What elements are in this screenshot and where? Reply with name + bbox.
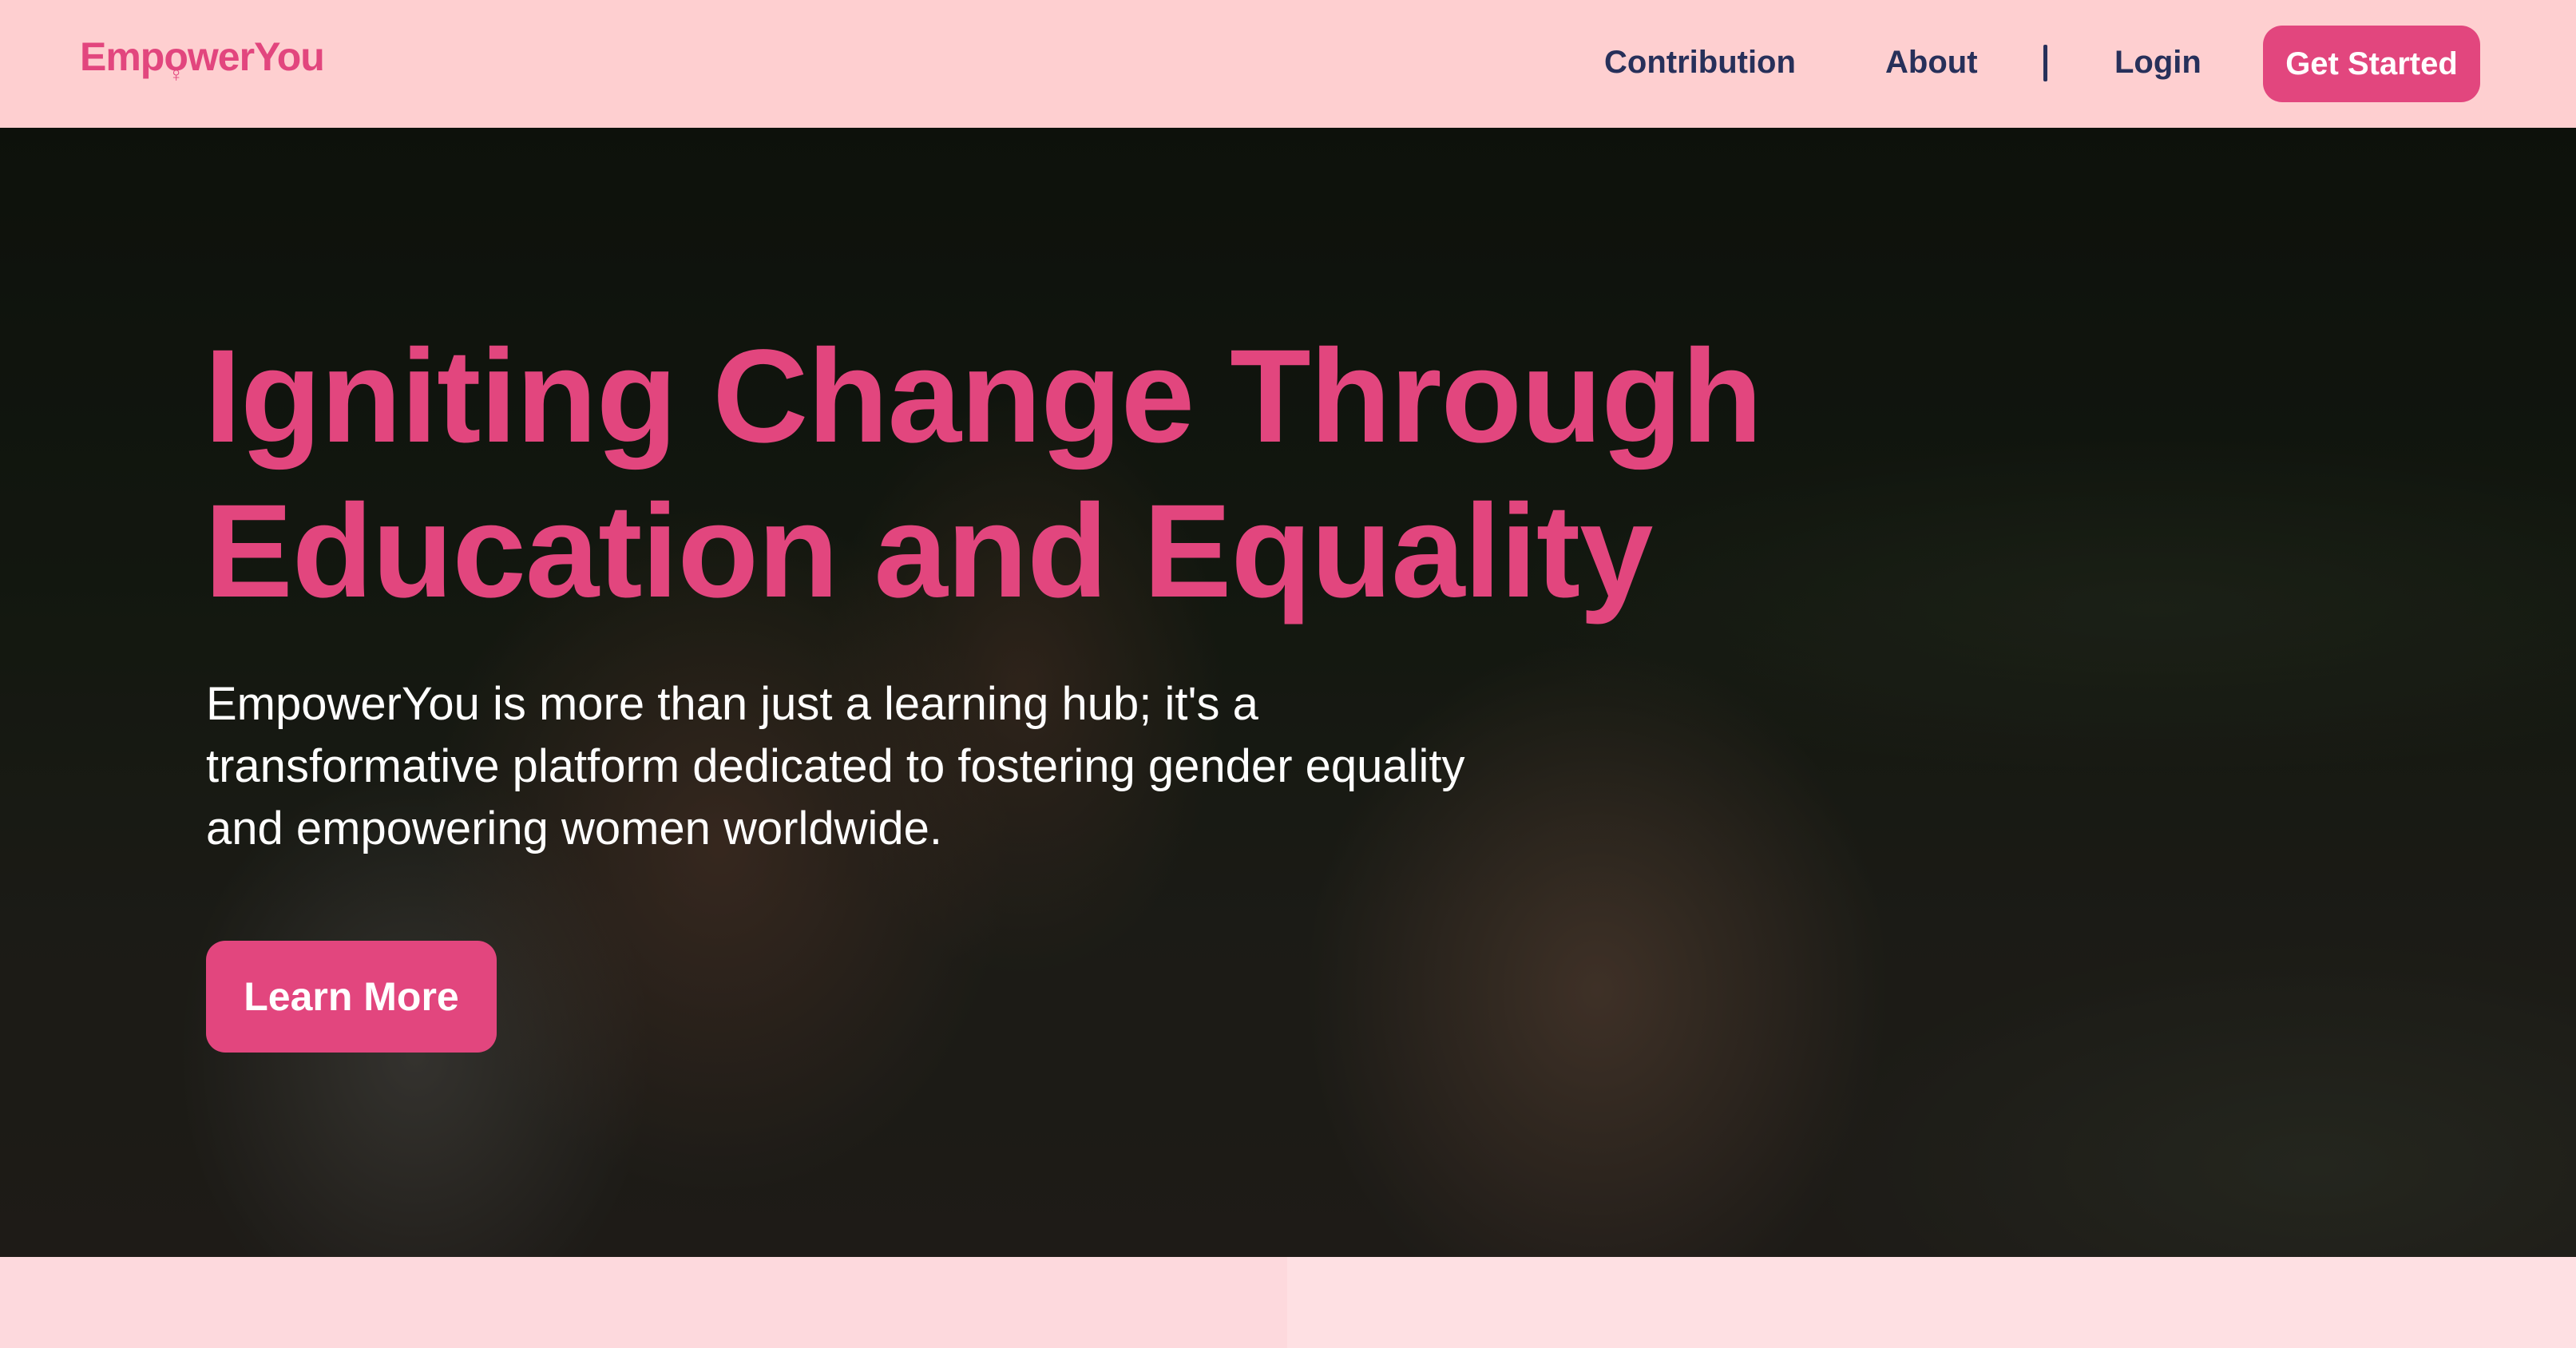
brand-logo[interactable]: Empo ♀ werYou [80, 34, 325, 86]
get-started-button[interactable]: Get Started [2263, 26, 2480, 102]
nav-link-about[interactable]: About [1885, 45, 1978, 81]
nav-divider [2043, 45, 2047, 81]
hero-section: Igniting Change Through Education and Eq… [0, 128, 2576, 1257]
venus-icon: ♀ [168, 62, 184, 86]
nav-link-login[interactable]: Login [2114, 45, 2201, 81]
nav-link-contribution[interactable]: Contribution [1604, 45, 1796, 81]
next-section-strip [0, 1257, 2576, 1348]
brand-name-prefix: Emp [80, 34, 164, 79]
brand-name-suffix: werYou [187, 34, 325, 79]
next-section-left-panel [0, 1257, 1287, 1348]
hero-subtitle: EmpowerYou is more than just a learning … [206, 678, 1465, 854]
brand-name-o: o ♀ [164, 34, 188, 86]
hero-title: Igniting Change Through Education and Eq… [204, 323, 1762, 625]
learn-more-button[interactable]: Learn More [206, 941, 497, 1053]
navbar: Empo ♀ werYou Contribution About Login Get… [0, 0, 2576, 128]
